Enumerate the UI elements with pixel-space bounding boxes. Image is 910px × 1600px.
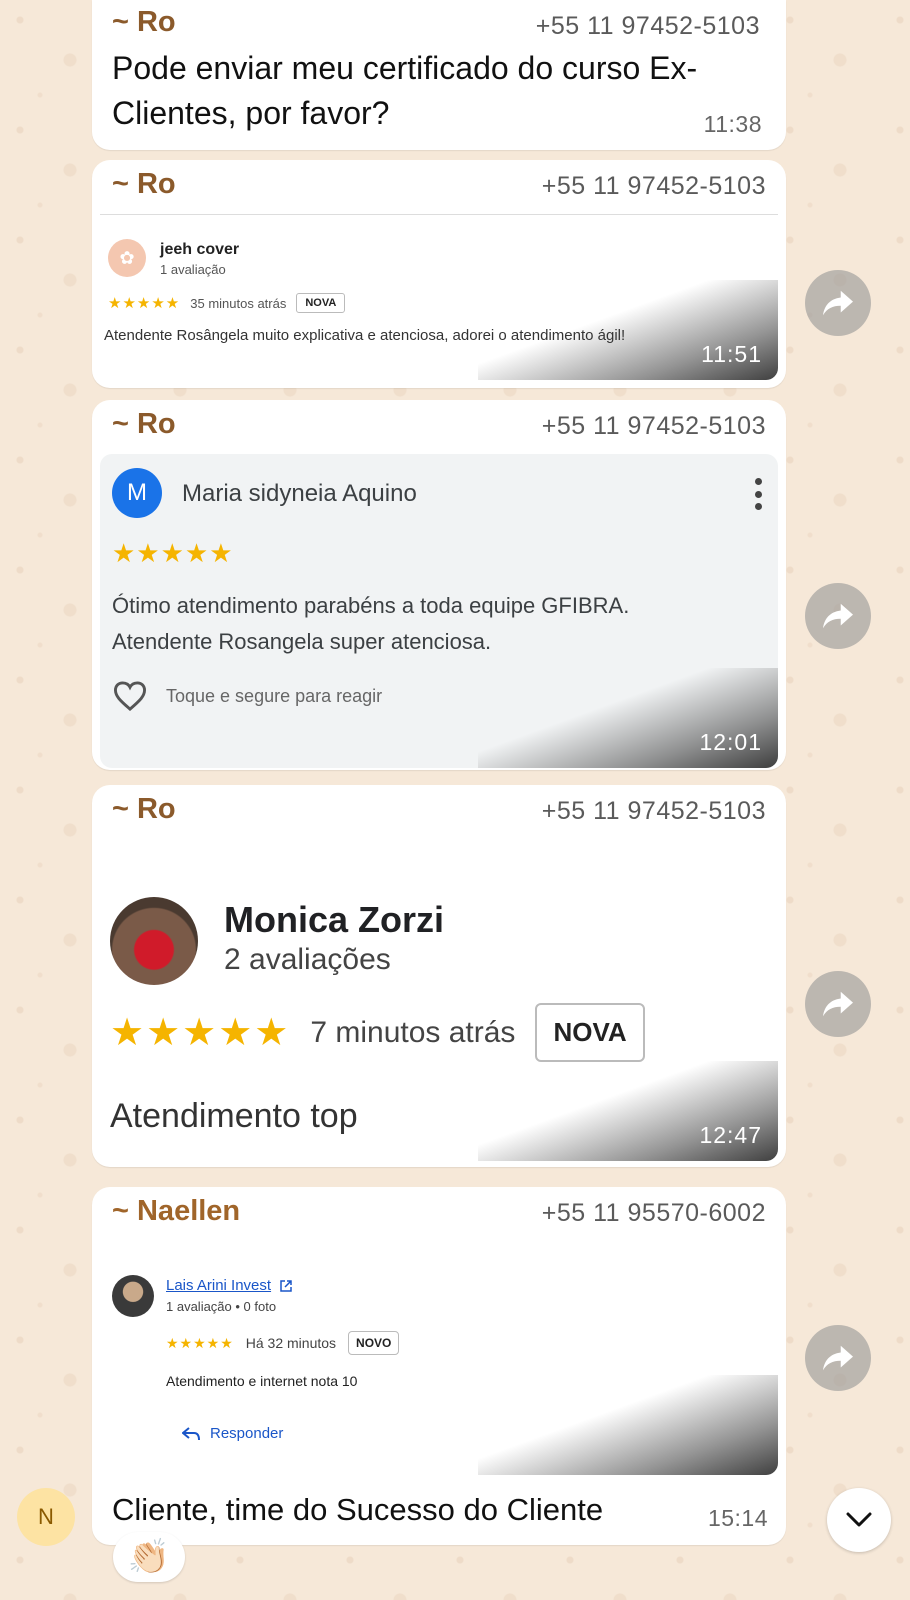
message-time: 12:01 xyxy=(699,729,762,755)
reply-icon xyxy=(182,1426,200,1440)
avatar-letter: N xyxy=(38,1504,54,1529)
sender-name[interactable]: ~ Ro xyxy=(112,6,176,39)
scroll-to-bottom-button[interactable] xyxy=(827,1488,891,1552)
react-hint: Toque e segure para reagir xyxy=(166,685,383,706)
message-time: 15:14 xyxy=(707,1505,768,1531)
reaction-pill[interactable]: 👏🏻 xyxy=(113,1532,185,1582)
reply-label: Responder xyxy=(210,1425,284,1442)
review-screenshot[interactable]: Lais Arini Invest 1 avaliação • 0 foto ★… xyxy=(100,1239,778,1475)
message-header: ~ Ro +55 11 97452-5103 xyxy=(92,785,786,825)
external-link-icon[interactable] xyxy=(279,1279,293,1293)
message-time: 11:51 xyxy=(701,341,762,367)
message-header: ~ Ro +55 11 97452-5103 xyxy=(92,0,786,40)
review-screenshot[interactable]: M Maria sidyneia Aquino ★★★★★ Ótimo aten… xyxy=(100,454,778,768)
react-row: Toque e segure para reagir xyxy=(112,680,382,712)
star-rating: ★★★★★ xyxy=(108,295,181,312)
more-options-icon[interactable] xyxy=(754,478,762,510)
star-rating: ★★★★★ xyxy=(110,1012,291,1054)
message-time: 11:38 xyxy=(703,111,762,137)
review-text: Atendente Rosângela muito explicativa e … xyxy=(104,327,626,344)
forward-icon xyxy=(823,603,853,629)
sender-name[interactable]: ~ Ro xyxy=(112,168,176,201)
forward-button[interactable] xyxy=(805,270,871,336)
message-bubble[interactable]: ~ Ro +55 11 97452-5103 M Maria sidyneia … xyxy=(92,400,786,770)
review-rating-row: ★★★★★ Há 32 minutos NOVO xyxy=(166,1331,400,1355)
forward-icon xyxy=(823,1345,853,1371)
reviewer-meta: 1 avaliação • 0 foto xyxy=(166,1299,277,1314)
avatar: ✿ xyxy=(108,239,146,277)
review-text: Atendimento top xyxy=(110,1097,358,1135)
chevron-down-icon xyxy=(846,1512,872,1527)
status-badge: NOVA xyxy=(296,293,346,313)
sender-name[interactable]: ~ Ro xyxy=(112,408,176,441)
message-time: 12:47 xyxy=(699,1122,762,1148)
message-header: ~ Naellen +55 11 95570-6002 xyxy=(92,1187,786,1227)
status-badge: NOVA xyxy=(535,1003,645,1062)
review-time: Há 32 minutos xyxy=(245,1335,337,1351)
sender-name[interactable]: ~ Naellen xyxy=(112,1195,240,1228)
forward-icon xyxy=(823,991,853,1017)
message-header: ~ Ro +55 11 97452-5103 xyxy=(92,400,786,440)
forward-icon xyxy=(823,290,853,316)
reply-button[interactable]: Responder xyxy=(182,1425,283,1442)
message-header: ~ Ro +55 11 97452-5103 xyxy=(92,160,786,200)
message-bubble[interactable]: ~ Ro +55 11 97452-5103 Monica Zorzi 2 av… xyxy=(92,785,786,1167)
status-badge: NOVO xyxy=(348,1331,400,1355)
review-screenshot[interactable]: Monica Zorzi 2 avaliações ★★★★★ 7 minuto… xyxy=(100,835,778,1161)
review-text: Atendimento e internet nota 10 xyxy=(166,1373,358,1389)
sender-phone: +55 11 97452-5103 xyxy=(541,172,766,200)
forward-button[interactable] xyxy=(805,583,871,649)
message-bubble[interactable]: ~ Ro +55 11 97452-5103 Pode enviar meu c… xyxy=(92,0,786,150)
star-rating: ★★★★★ xyxy=(166,1334,234,1351)
avatar-letter: M xyxy=(127,479,147,506)
review-time: 7 minutos atrás xyxy=(310,1015,516,1049)
message-bubble[interactable]: ~ Ro +55 11 97452-5103 ✿ jeeh cover 1 av… xyxy=(92,160,786,388)
star-rating: ★★★★★ xyxy=(112,538,234,568)
review-text: Ótimo atendimento parabéns a toda equipe… xyxy=(112,593,630,654)
avatar xyxy=(110,897,198,985)
reviewer-name: Maria sidyneia Aquino xyxy=(182,480,417,507)
reviewer-name-link[interactable]: Lais Arini Invest xyxy=(166,1277,271,1294)
clapping-hands-icon: 👏🏻 xyxy=(127,1538,171,1576)
message-text: Pode enviar meu certificado do curso Ex-… xyxy=(112,50,698,131)
avatar xyxy=(112,1275,154,1317)
message-text: Cliente, time do Sucesso do Cliente xyxy=(112,1492,604,1527)
image-shade xyxy=(478,1375,778,1475)
avatar: M xyxy=(112,468,162,518)
heart-icon[interactable] xyxy=(112,680,148,712)
reviewer-meta: 1 avaliação xyxy=(160,262,226,277)
sender-phone: +55 11 97452-5103 xyxy=(541,797,766,825)
sender-avatar[interactable]: N xyxy=(17,1488,75,1546)
reviewer-name-row: Lais Arini Invest xyxy=(166,1277,293,1294)
review-time: 35 minutos atrás xyxy=(190,295,287,311)
review-screenshot[interactable]: ✿ jeeh cover 1 avaliação ★★★★★ 35 minuto… xyxy=(100,214,778,380)
reviewer-meta: 2 avaliações xyxy=(224,943,391,976)
reviewer-name: Monica Zorzi xyxy=(224,899,445,940)
message-bubble[interactable]: ~ Naellen +55 11 95570-6002 Lais Arini I… xyxy=(92,1187,786,1545)
reviewer-name: jeeh cover xyxy=(160,241,240,258)
forward-button[interactable] xyxy=(805,971,871,1037)
sender-phone: +55 11 97452-5103 xyxy=(541,412,766,440)
review-rating-row: ★★★★★ 35 minutos atrás NOVA xyxy=(108,293,346,313)
review-rating-row: ★★★★★ 7 minutos atrás NOVA xyxy=(110,1003,645,1062)
sender-phone: +55 11 95570-6002 xyxy=(541,1199,766,1227)
sender-phone: +55 11 97452-5103 xyxy=(535,12,760,40)
sender-name[interactable]: ~ Ro xyxy=(112,793,176,826)
forward-button[interactable] xyxy=(805,1325,871,1391)
